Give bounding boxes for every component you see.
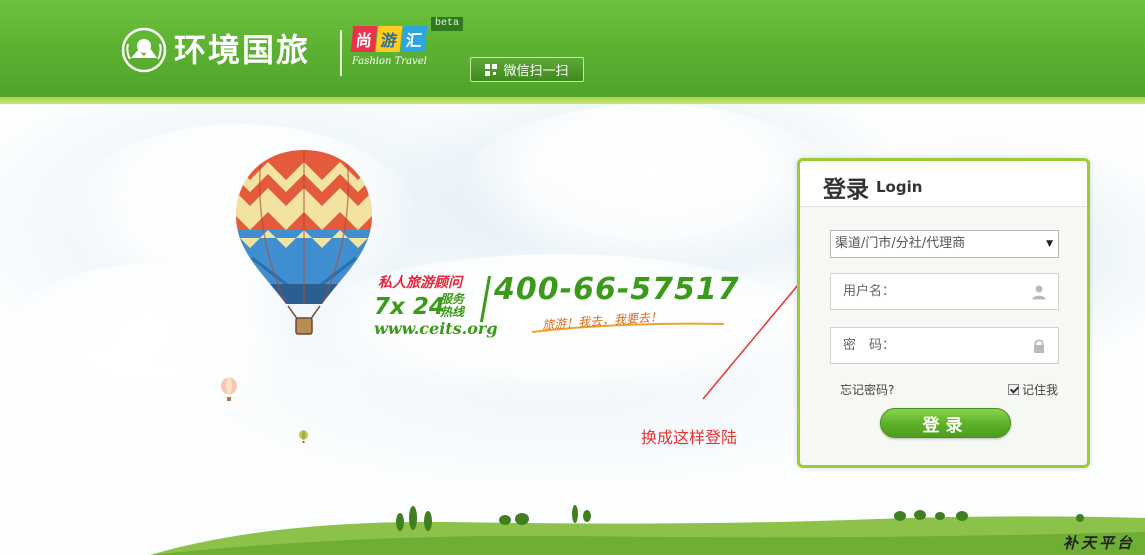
logo-divider (340, 30, 342, 76)
small-balloon-image (221, 377, 237, 401)
brand-tile: 汇 (400, 26, 428, 52)
channel-select-value: 渠道/门市/分社/代理商 (835, 236, 966, 251)
ad-service-line: 热线 (440, 305, 465, 319)
wechat-scan-button[interactable]: 微信扫一扫 (470, 57, 584, 82)
username-placeholder: 用户名： (843, 284, 896, 299)
user-icon (1032, 285, 1046, 300)
ad-consultant-text: 私人旅游顾问 (378, 275, 462, 291)
site-header: 环境国旅 尚 游 汇 Fashion Travel beta 微信扫一扫 (0, 0, 1145, 104)
login-panel: 登录 Login 渠道/门市/分社/代理商 ▼ 用户名： 密 码： 忘记密码? … (797, 158, 1090, 468)
wechat-scan-label: 微信扫一扫 (503, 64, 569, 79)
qr-code-icon (485, 63, 498, 76)
login-title-en: Login (876, 178, 923, 196)
login-header: 登录 Login (800, 161, 1087, 207)
site-logo[interactable]: 环境国旅 (120, 24, 310, 76)
brand-subtitle: Fashion Travel (352, 56, 427, 67)
logo-name: 环境国旅 (174, 31, 311, 69)
brand-tiles: 尚 游 汇 (350, 26, 432, 52)
annotation-text: 换成这样登陆 (641, 428, 738, 447)
login-title: 登录 (823, 177, 869, 203)
ad-hours-text: 7x 24 (374, 294, 445, 320)
login-button[interactable]: 登录 (880, 408, 1011, 438)
brand-fashion-travel[interactable]: 尚 游 汇 Fashion Travel (350, 26, 432, 78)
hot-air-balloon-image (236, 150, 372, 335)
caret-down-icon: ▼ (1046, 239, 1053, 249)
lock-icon (1034, 339, 1044, 353)
grass-hill-decoration (150, 505, 1145, 555)
brand-tile: 游 (375, 26, 403, 52)
watermark: 补天平台 (1063, 534, 1136, 552)
remember-me[interactable]: 记住我 (1008, 381, 1058, 398)
small-balloon-image (299, 430, 308, 443)
password-input[interactable]: 密 码： (830, 327, 1059, 364)
beta-badge: beta (431, 17, 463, 31)
password-placeholder: 密 码： (843, 338, 896, 353)
header-strip (0, 97, 1145, 104)
username-input[interactable]: 用户名： (830, 273, 1059, 310)
ad-service-label: 服务 热线 (440, 293, 464, 319)
remember-me-label: 记住我 (1022, 383, 1059, 397)
logo-emblem-icon (120, 26, 168, 74)
forgot-password-link[interactable]: 忘记密码? (840, 381, 894, 398)
brand-tile: 尚 (350, 26, 378, 52)
ad-url: www.ceits.org (374, 319, 498, 338)
channel-select[interactable]: 渠道/门市/分社/代理商 ▼ (830, 230, 1059, 258)
remember-me-checkbox[interactable] (1008, 384, 1019, 395)
